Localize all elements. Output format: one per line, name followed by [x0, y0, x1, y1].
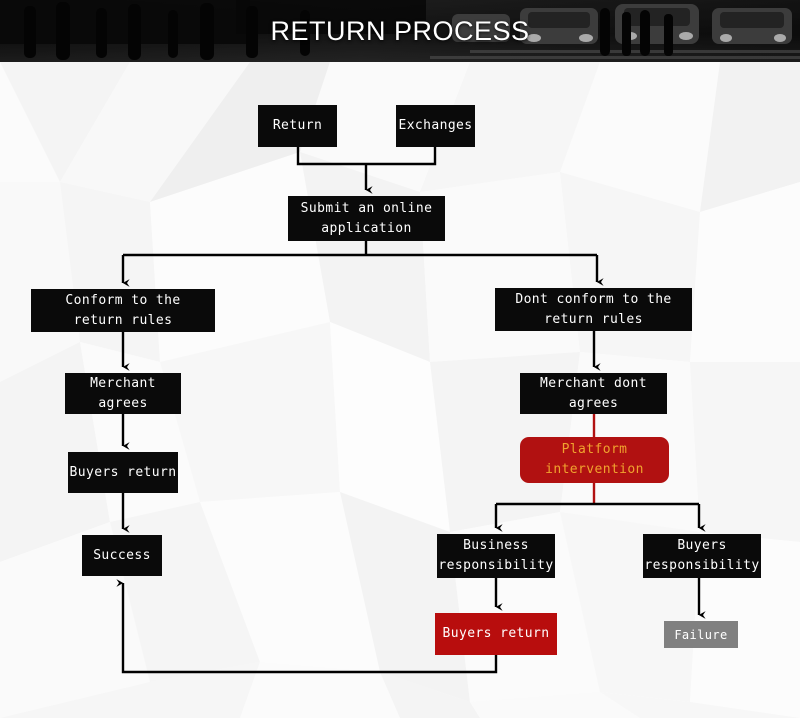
node-submit-application[interactable]: Submit an online application — [288, 196, 445, 241]
header-banner: RETURN PROCESS — [0, 0, 800, 62]
page-title: RETURN PROCESS — [270, 15, 530, 46]
node-conform-return-rules[interactable]: Conform to the return rules — [31, 289, 215, 332]
node-failure[interactable]: Failure — [664, 621, 738, 648]
node-buyers-return-red[interactable]: Buyers return — [435, 613, 557, 655]
node-success[interactable]: Success — [82, 535, 162, 576]
flowchart-page: RETURN PROCESS Return Exchanges Submit a… — [0, 0, 800, 718]
node-exchanges[interactable]: Exchanges — [396, 105, 475, 147]
node-merchant-dont-agrees[interactable]: Merchant dont agrees — [520, 373, 667, 414]
node-buyers-return-left[interactable]: Buyers return — [68, 452, 178, 493]
node-platform-intervention[interactable]: Platform intervention — [520, 437, 669, 483]
node-merchant-agrees[interactable]: Merchant agrees — [65, 373, 181, 414]
node-dont-conform-return-rules[interactable]: Dont conform to the return rules — [495, 288, 692, 331]
node-return[interactable]: Return — [258, 105, 337, 147]
node-business-responsibility[interactable]: Business responsibility — [437, 534, 555, 578]
node-buyers-responsibility[interactable]: Buyers responsibility — [643, 534, 761, 578]
